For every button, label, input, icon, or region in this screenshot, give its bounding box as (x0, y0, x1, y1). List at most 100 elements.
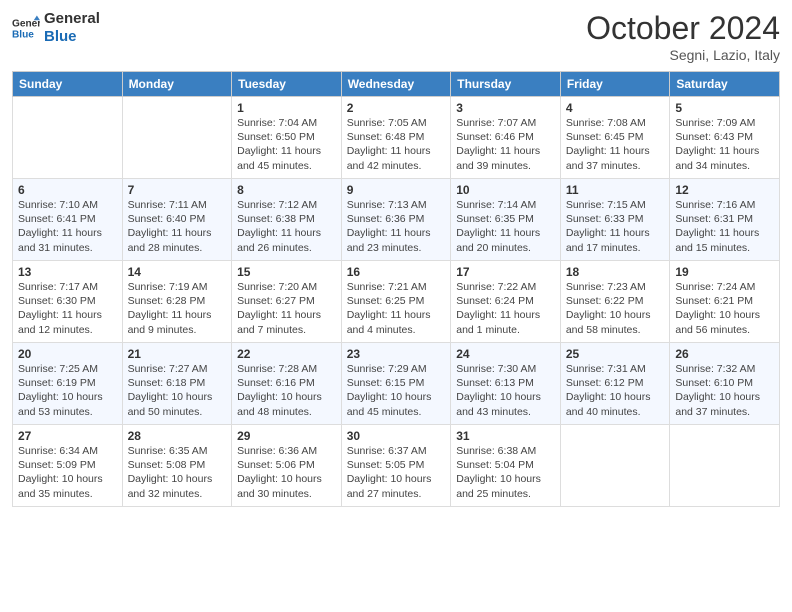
day-number: 3 (456, 101, 555, 115)
day-number: 7 (128, 183, 227, 197)
day-cell: 27Sunrise: 6:34 AM Sunset: 5:09 PM Dayli… (13, 425, 123, 507)
day-number: 28 (128, 429, 227, 443)
day-info: Sunrise: 7:21 AM Sunset: 6:25 PM Dayligh… (347, 280, 446, 337)
day-cell: 20Sunrise: 7:25 AM Sunset: 6:19 PM Dayli… (13, 343, 123, 425)
day-cell: 12Sunrise: 7:16 AM Sunset: 6:31 PM Dayli… (670, 179, 780, 261)
day-cell: 4Sunrise: 7:08 AM Sunset: 6:45 PM Daylig… (560, 97, 670, 179)
day-cell: 19Sunrise: 7:24 AM Sunset: 6:21 PM Dayli… (670, 261, 780, 343)
day-number: 12 (675, 183, 774, 197)
day-cell: 21Sunrise: 7:27 AM Sunset: 6:18 PM Dayli… (122, 343, 232, 425)
day-number: 24 (456, 347, 555, 361)
logo-general: General (44, 10, 100, 28)
day-cell: 22Sunrise: 7:28 AM Sunset: 6:16 PM Dayli… (232, 343, 342, 425)
day-number: 29 (237, 429, 336, 443)
day-cell: 15Sunrise: 7:20 AM Sunset: 6:27 PM Dayli… (232, 261, 342, 343)
day-info: Sunrise: 7:25 AM Sunset: 6:19 PM Dayligh… (18, 362, 117, 419)
day-number: 13 (18, 265, 117, 279)
day-cell: 17Sunrise: 7:22 AM Sunset: 6:24 PM Dayli… (451, 261, 561, 343)
day-cell: 7Sunrise: 7:11 AM Sunset: 6:40 PM Daylig… (122, 179, 232, 261)
day-cell (13, 97, 123, 179)
logo-icon: General Blue (12, 14, 40, 42)
day-info: Sunrise: 7:17 AM Sunset: 6:30 PM Dayligh… (18, 280, 117, 337)
day-info: Sunrise: 7:20 AM Sunset: 6:27 PM Dayligh… (237, 280, 336, 337)
day-info: Sunrise: 7:27 AM Sunset: 6:18 PM Dayligh… (128, 362, 227, 419)
day-number: 15 (237, 265, 336, 279)
day-info: Sunrise: 7:23 AM Sunset: 6:22 PM Dayligh… (566, 280, 665, 337)
day-info: Sunrise: 7:31 AM Sunset: 6:12 PM Dayligh… (566, 362, 665, 419)
day-number: 9 (347, 183, 446, 197)
day-number: 18 (566, 265, 665, 279)
col-header-sunday: Sunday (13, 72, 123, 97)
day-cell: 25Sunrise: 7:31 AM Sunset: 6:12 PM Dayli… (560, 343, 670, 425)
month-title: October 2024 (586, 10, 780, 47)
day-info: Sunrise: 6:36 AM Sunset: 5:06 PM Dayligh… (237, 444, 336, 501)
day-info: Sunrise: 7:28 AM Sunset: 6:16 PM Dayligh… (237, 362, 336, 419)
col-header-tuesday: Tuesday (232, 72, 342, 97)
day-info: Sunrise: 7:07 AM Sunset: 6:46 PM Dayligh… (456, 116, 555, 173)
col-header-monday: Monday (122, 72, 232, 97)
day-info: Sunrise: 7:16 AM Sunset: 6:31 PM Dayligh… (675, 198, 774, 255)
day-number: 25 (566, 347, 665, 361)
day-number: 31 (456, 429, 555, 443)
title-block: October 2024 Segni, Lazio, Italy (586, 10, 780, 63)
day-cell: 10Sunrise: 7:14 AM Sunset: 6:35 PM Dayli… (451, 179, 561, 261)
day-cell: 2Sunrise: 7:05 AM Sunset: 6:48 PM Daylig… (341, 97, 451, 179)
day-info: Sunrise: 6:38 AM Sunset: 5:04 PM Dayligh… (456, 444, 555, 501)
day-info: Sunrise: 7:10 AM Sunset: 6:41 PM Dayligh… (18, 198, 117, 255)
day-info: Sunrise: 7:30 AM Sunset: 6:13 PM Dayligh… (456, 362, 555, 419)
day-info: Sunrise: 7:13 AM Sunset: 6:36 PM Dayligh… (347, 198, 446, 255)
logo: General Blue General Blue (12, 10, 100, 46)
day-info: Sunrise: 7:29 AM Sunset: 6:15 PM Dayligh… (347, 362, 446, 419)
day-number: 5 (675, 101, 774, 115)
day-cell: 29Sunrise: 6:36 AM Sunset: 5:06 PM Dayli… (232, 425, 342, 507)
day-cell: 30Sunrise: 6:37 AM Sunset: 5:05 PM Dayli… (341, 425, 451, 507)
day-info: Sunrise: 7:04 AM Sunset: 6:50 PM Dayligh… (237, 116, 336, 173)
day-cell: 28Sunrise: 6:35 AM Sunset: 5:08 PM Dayli… (122, 425, 232, 507)
col-header-saturday: Saturday (670, 72, 780, 97)
day-cell: 5Sunrise: 7:09 AM Sunset: 6:43 PM Daylig… (670, 97, 780, 179)
day-cell: 31Sunrise: 6:38 AM Sunset: 5:04 PM Dayli… (451, 425, 561, 507)
day-number: 27 (18, 429, 117, 443)
day-number: 30 (347, 429, 446, 443)
day-cell: 16Sunrise: 7:21 AM Sunset: 6:25 PM Dayli… (341, 261, 451, 343)
day-number: 1 (237, 101, 336, 115)
week-row-5: 27Sunrise: 6:34 AM Sunset: 5:09 PM Dayli… (13, 425, 780, 507)
day-info: Sunrise: 7:32 AM Sunset: 6:10 PM Dayligh… (675, 362, 774, 419)
day-cell: 23Sunrise: 7:29 AM Sunset: 6:15 PM Dayli… (341, 343, 451, 425)
day-cell: 3Sunrise: 7:07 AM Sunset: 6:46 PM Daylig… (451, 97, 561, 179)
week-row-4: 20Sunrise: 7:25 AM Sunset: 6:19 PM Dayli… (13, 343, 780, 425)
day-cell: 6Sunrise: 7:10 AM Sunset: 6:41 PM Daylig… (13, 179, 123, 261)
day-number: 22 (237, 347, 336, 361)
svg-text:Blue: Blue (12, 29, 34, 40)
week-row-2: 6Sunrise: 7:10 AM Sunset: 6:41 PM Daylig… (13, 179, 780, 261)
day-info: Sunrise: 7:08 AM Sunset: 6:45 PM Dayligh… (566, 116, 665, 173)
col-header-thursday: Thursday (451, 72, 561, 97)
day-number: 21 (128, 347, 227, 361)
header-row: SundayMondayTuesdayWednesdayThursdayFrid… (13, 72, 780, 97)
day-number: 2 (347, 101, 446, 115)
day-info: Sunrise: 7:14 AM Sunset: 6:35 PM Dayligh… (456, 198, 555, 255)
day-number: 23 (347, 347, 446, 361)
day-info: Sunrise: 7:19 AM Sunset: 6:28 PM Dayligh… (128, 280, 227, 337)
day-cell (670, 425, 780, 507)
day-cell: 1Sunrise: 7:04 AM Sunset: 6:50 PM Daylig… (232, 97, 342, 179)
day-number: 10 (456, 183, 555, 197)
calendar-page: General Blue General Blue October 2024 S… (0, 0, 792, 612)
week-row-1: 1Sunrise: 7:04 AM Sunset: 6:50 PM Daylig… (13, 97, 780, 179)
day-cell: 24Sunrise: 7:30 AM Sunset: 6:13 PM Dayli… (451, 343, 561, 425)
header: General Blue General Blue October 2024 S… (12, 10, 780, 63)
day-cell: 14Sunrise: 7:19 AM Sunset: 6:28 PM Dayli… (122, 261, 232, 343)
day-cell: 9Sunrise: 7:13 AM Sunset: 6:36 PM Daylig… (341, 179, 451, 261)
day-info: Sunrise: 7:11 AM Sunset: 6:40 PM Dayligh… (128, 198, 227, 255)
day-info: Sunrise: 6:34 AM Sunset: 5:09 PM Dayligh… (18, 444, 117, 501)
day-info: Sunrise: 6:37 AM Sunset: 5:05 PM Dayligh… (347, 444, 446, 501)
day-number: 26 (675, 347, 774, 361)
day-cell: 8Sunrise: 7:12 AM Sunset: 6:38 PM Daylig… (232, 179, 342, 261)
day-number: 16 (347, 265, 446, 279)
day-cell: 18Sunrise: 7:23 AM Sunset: 6:22 PM Dayli… (560, 261, 670, 343)
day-cell: 11Sunrise: 7:15 AM Sunset: 6:33 PM Dayli… (560, 179, 670, 261)
day-number: 4 (566, 101, 665, 115)
day-number: 8 (237, 183, 336, 197)
day-cell (122, 97, 232, 179)
week-row-3: 13Sunrise: 7:17 AM Sunset: 6:30 PM Dayli… (13, 261, 780, 343)
